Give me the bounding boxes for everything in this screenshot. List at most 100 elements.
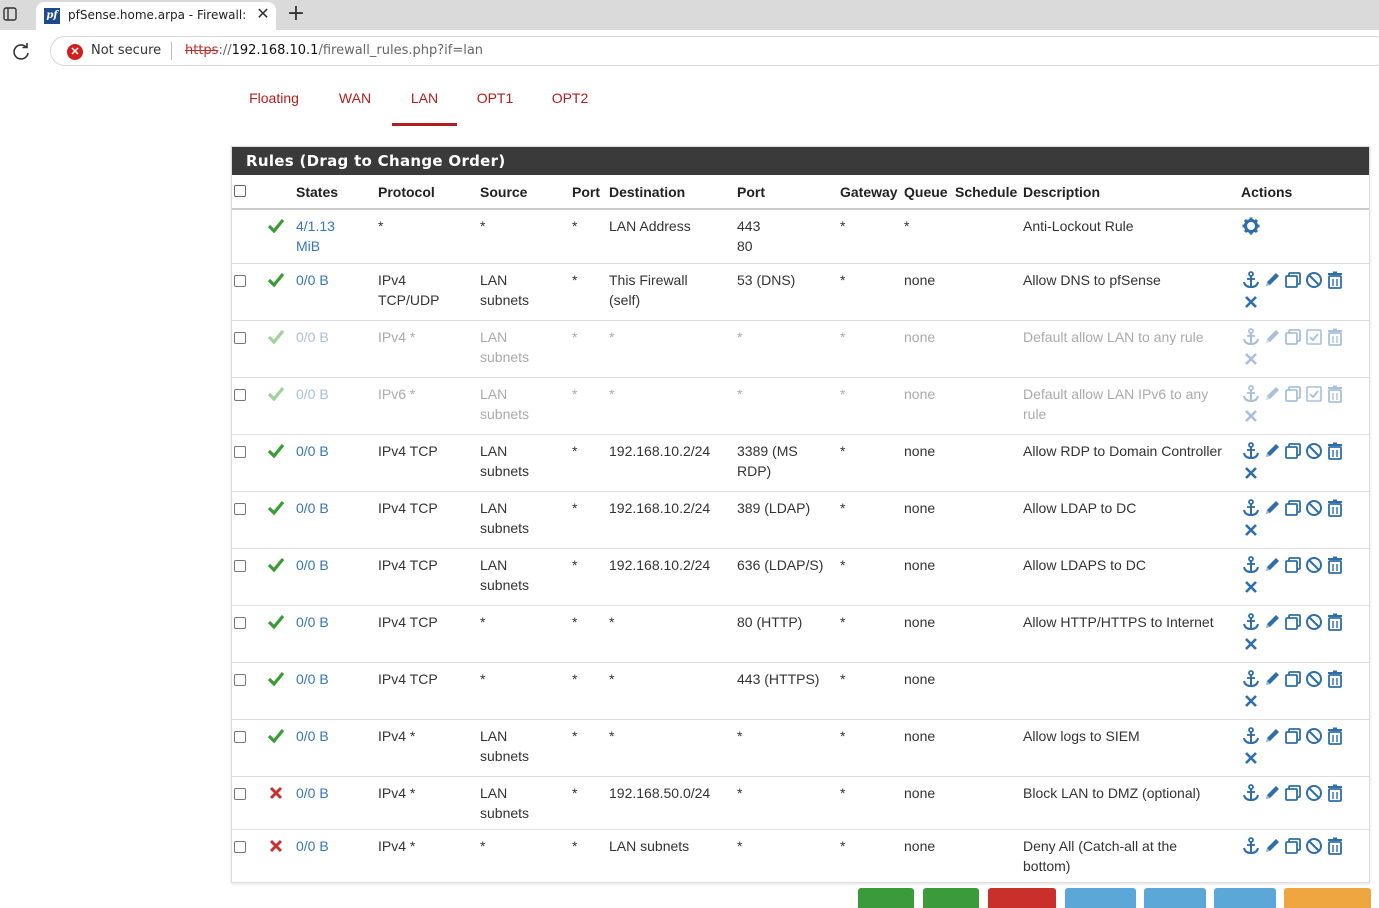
row-checkbox[interactable] xyxy=(234,673,246,686)
row-select[interactable] xyxy=(232,491,264,549)
toggle-button[interactable] xyxy=(1065,888,1136,908)
trash-icon[interactable] xyxy=(1325,384,1345,404)
row-select[interactable] xyxy=(232,377,264,435)
ban-icon[interactable] xyxy=(1304,441,1324,461)
ban-icon[interactable] xyxy=(1304,669,1324,689)
row-checkbox[interactable] xyxy=(234,445,246,458)
table-row[interactable]: 0/0 B IPv4 TCP/UDP LAN subnets * This Firewall… xyxy=(232,263,1369,321)
copy-icon[interactable] xyxy=(1283,669,1303,689)
delete-x-icon[interactable] xyxy=(1241,634,1261,654)
pencil-icon[interactable] xyxy=(1262,327,1282,347)
reload-icon[interactable] xyxy=(10,40,32,62)
anchor-icon[interactable] xyxy=(1241,612,1261,632)
cell-states-line1[interactable]: 0/0 B xyxy=(296,836,374,856)
row-checkbox[interactable] xyxy=(234,388,246,401)
anchor-icon[interactable] xyxy=(1241,498,1261,518)
url-field[interactable]: ✕ Not secure https://192.168.10.1/firewa… xyxy=(50,36,1379,66)
pencil-icon[interactable] xyxy=(1262,726,1282,746)
row-select[interactable] xyxy=(232,776,264,830)
copy-icon[interactable] xyxy=(1283,836,1303,856)
table-row[interactable]: 0/0 B IPv4 TCP * * * 80 (HTTP) * none Allow HTTP… xyxy=(232,605,1369,663)
copy-icon[interactable] xyxy=(1283,612,1303,632)
copy-icon[interactable] xyxy=(1283,270,1303,290)
cell-states-line1[interactable]: 0/0 B xyxy=(296,441,374,461)
anchor-icon[interactable] xyxy=(1241,783,1261,803)
row-select[interactable] xyxy=(232,829,264,883)
anchor-icon[interactable] xyxy=(1241,441,1261,461)
copy-icon[interactable] xyxy=(1283,783,1303,803)
table-row[interactable]: 0/0 B IPv4 * * * LAN subnets * * none Deny All (… xyxy=(232,829,1369,883)
pencil-icon[interactable] xyxy=(1262,384,1282,404)
delete-x-icon[interactable] xyxy=(1241,520,1261,540)
cell-states-line1[interactable]: 0/0 B xyxy=(296,612,374,632)
tab-wan[interactable]: WAN xyxy=(327,82,383,126)
copy-icon[interactable] xyxy=(1283,441,1303,461)
url-text[interactable]: https://192.168.10.1/firewall_rules.php?… xyxy=(185,43,483,58)
pencil-icon[interactable] xyxy=(1262,555,1282,575)
anchor-icon[interactable] xyxy=(1241,836,1261,856)
table-row[interactable]: 0/0 B IPv4 TCP LAN subnets * 192.168.10.2/24 6… xyxy=(232,548,1369,606)
copy-button[interactable] xyxy=(1144,888,1206,908)
tab-lan[interactable]: LAN xyxy=(392,82,457,126)
table-row[interactable]: 0/0 B IPv4 * LAN subnets * 192.168.50.0/24 * * n… xyxy=(232,776,1369,830)
anchor-icon[interactable] xyxy=(1241,555,1261,575)
row-select[interactable] xyxy=(232,719,264,777)
browser-tab-active[interactable]: pf pfSense.home.arpa - Firewall: Rul ✕ xyxy=(36,2,276,30)
table-row[interactable]: 0/0 B IPv4 * LAN subnets * * * * none Default all… xyxy=(232,320,1369,378)
row-select[interactable] xyxy=(232,320,264,378)
delete-x-icon[interactable] xyxy=(1241,577,1261,597)
cell-states-line1[interactable]: 4/1.13 xyxy=(296,216,374,236)
table-row[interactable]: 4/1.13 MiB * * * LAN Address 443 80 * * Anti-Locko… xyxy=(232,209,1369,264)
add-bottom-button[interactable] xyxy=(923,888,979,908)
delete-x-icon[interactable] xyxy=(1241,691,1261,711)
row-select[interactable] xyxy=(232,548,264,606)
delete-x-icon[interactable] xyxy=(1241,463,1261,483)
pencil-icon[interactable] xyxy=(1262,836,1282,856)
row-checkbox[interactable] xyxy=(234,502,246,515)
pencil-icon[interactable] xyxy=(1262,783,1282,803)
gear-icon[interactable] xyxy=(1241,216,1261,236)
tab-opt2[interactable]: OPT2 xyxy=(541,82,599,126)
row-select[interactable] xyxy=(232,662,264,720)
row-select[interactable] xyxy=(232,209,264,264)
delete-x-icon[interactable] xyxy=(1241,406,1261,426)
row-checkbox[interactable] xyxy=(234,274,246,287)
delete-button[interactable] xyxy=(988,888,1056,908)
add-top-button[interactable] xyxy=(858,888,914,908)
delete-x-icon[interactable] xyxy=(1241,349,1261,369)
cell-states-line1[interactable]: 0/0 B xyxy=(296,669,374,689)
header-select-all[interactable] xyxy=(232,175,264,210)
trash-icon[interactable] xyxy=(1325,726,1345,746)
ban-icon[interactable] xyxy=(1304,726,1324,746)
pencil-icon[interactable] xyxy=(1262,612,1282,632)
ban-icon[interactable] xyxy=(1304,555,1324,575)
tab-opt1[interactable]: OPT1 xyxy=(467,82,523,126)
row-select[interactable] xyxy=(232,434,264,492)
cell-states-line1[interactable]: 0/0 B xyxy=(296,384,374,404)
tab-floating[interactable]: Floating xyxy=(231,82,317,126)
tab-actions-icon[interactable] xyxy=(2,6,18,22)
copy-icon[interactable] xyxy=(1283,327,1303,347)
cell-states-line1[interactable]: 0/0 B xyxy=(296,783,374,803)
row-checkbox[interactable] xyxy=(234,787,246,800)
anchor-icon[interactable] xyxy=(1241,669,1261,689)
trash-icon[interactable] xyxy=(1325,555,1345,575)
trash-icon[interactable] xyxy=(1325,669,1345,689)
anchor-icon[interactable] xyxy=(1241,726,1261,746)
trash-icon[interactable] xyxy=(1325,441,1345,461)
table-row[interactable]: 0/0 B IPv4 TCP LAN subnets * 192.168.10.2/24 3… xyxy=(232,434,1369,492)
close-icon[interactable]: ✕ xyxy=(254,6,272,24)
select-all-checkbox[interactable] xyxy=(234,184,246,197)
table-row[interactable]: 0/0 B IPv4 * LAN subnets * * * * none Allow logs … xyxy=(232,719,1369,777)
cell-states-line2[interactable]: MiB xyxy=(296,236,374,256)
delete-x-icon[interactable] xyxy=(1241,748,1261,768)
new-tab-icon[interactable]: + xyxy=(284,3,308,27)
trash-icon[interactable] xyxy=(1325,270,1345,290)
separator-button[interactable] xyxy=(1284,888,1371,908)
security-label[interactable]: Not secure xyxy=(91,43,161,58)
trash-icon[interactable] xyxy=(1325,498,1345,518)
anchor-icon[interactable] xyxy=(1241,270,1261,290)
pencil-icon[interactable] xyxy=(1262,669,1282,689)
trash-icon[interactable] xyxy=(1325,612,1345,632)
ban-icon[interactable] xyxy=(1304,270,1324,290)
